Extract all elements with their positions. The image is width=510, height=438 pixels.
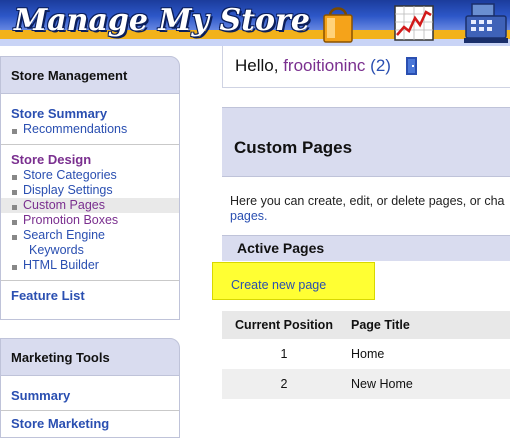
pages-table: Current Position Page Title 1 Home 2 New… <box>222 311 510 399</box>
bullet-icon <box>12 235 17 240</box>
store-summary-link[interactable]: Store Summary <box>1 106 179 121</box>
title-cell: New Home <box>346 369 510 399</box>
column-header-title: Page Title <box>346 311 510 339</box>
table-row: 2 New Home <box>222 369 510 399</box>
store-management-title: Store Management <box>0 56 180 94</box>
store-management-body: Store Summary Recommendations Store Desi… <box>0 94 180 320</box>
page-title: Custom Pages <box>234 138 353 157</box>
position-cell: 1 <box>280 347 288 361</box>
display-settings-link[interactable]: Display Settings <box>1 183 179 198</box>
marketing-tools-panel: Marketing Tools Summary Store Marketing <box>0 338 180 438</box>
page-description: Here you can create, edit, or delete pag… <box>230 194 510 224</box>
bullet-icon <box>12 205 17 210</box>
html-builder-link[interactable]: HTML Builder <box>1 258 179 273</box>
title-cell: Home <box>351 347 385 361</box>
marketing-tools-title: Marketing Tools <box>0 338 180 376</box>
store-management-panel: Store Management Store Summary Recommend… <box>0 56 180 320</box>
door-icon[interactable] <box>405 56 418 76</box>
greeting-text: Hello, frooitioninc (2) <box>235 56 391 75</box>
table-header-row: Current Position Page Title <box>222 311 510 339</box>
active-pages-heading: Active Pages <box>237 240 325 256</box>
position-cell: 2 <box>222 369 346 399</box>
column-header-position: Current Position <box>222 311 346 339</box>
page-header-band: Custom Pages <box>222 107 510 177</box>
sales-chart-icon <box>394 5 434 41</box>
recommendations-link[interactable]: Recommendations <box>1 122 179 137</box>
greeting-bar: Hello, frooitioninc (2) <box>222 46 510 88</box>
brand-logo-text: Manage My Store <box>14 3 310 38</box>
bullet-icon <box>12 190 17 195</box>
marketing-tools-body: Summary Store Marketing <box>0 376 180 438</box>
table-row: 1 Home <box>222 339 510 369</box>
custom-pages-link[interactable]: Custom Pages <box>1 198 179 213</box>
feedback-count-link[interactable]: 2 <box>376 56 385 75</box>
promotion-boxes-link[interactable]: Promotion Boxes <box>1 213 179 228</box>
cash-register-icon <box>464 3 508 43</box>
store-design-link[interactable]: Store Design <box>1 152 179 167</box>
active-pages-band: Active Pages <box>222 235 510 261</box>
marketing-summary-link[interactable]: Summary <box>1 388 179 403</box>
create-page-highlight: Create new page <box>212 262 375 300</box>
header-banner: Manage My Store <box>0 0 510 46</box>
feature-list-link[interactable]: Feature List <box>1 288 179 303</box>
bullet-icon <box>12 265 17 270</box>
bullet-icon <box>12 220 17 225</box>
bullet-icon <box>12 175 17 180</box>
bullet-icon <box>12 129 17 134</box>
store-marketing-link[interactable]: Store Marketing <box>1 416 179 431</box>
create-new-page-link[interactable]: Create new page <box>231 278 326 292</box>
store-categories-link[interactable]: Store Categories <box>1 168 179 183</box>
search-engine-keywords-link[interactable]: Search Engine Keywords <box>1 228 179 258</box>
pages-link[interactable]: pages. <box>230 209 510 224</box>
username-link[interactable]: frooitioninc <box>283 56 365 75</box>
shopping-bag-icon <box>323 7 353 43</box>
